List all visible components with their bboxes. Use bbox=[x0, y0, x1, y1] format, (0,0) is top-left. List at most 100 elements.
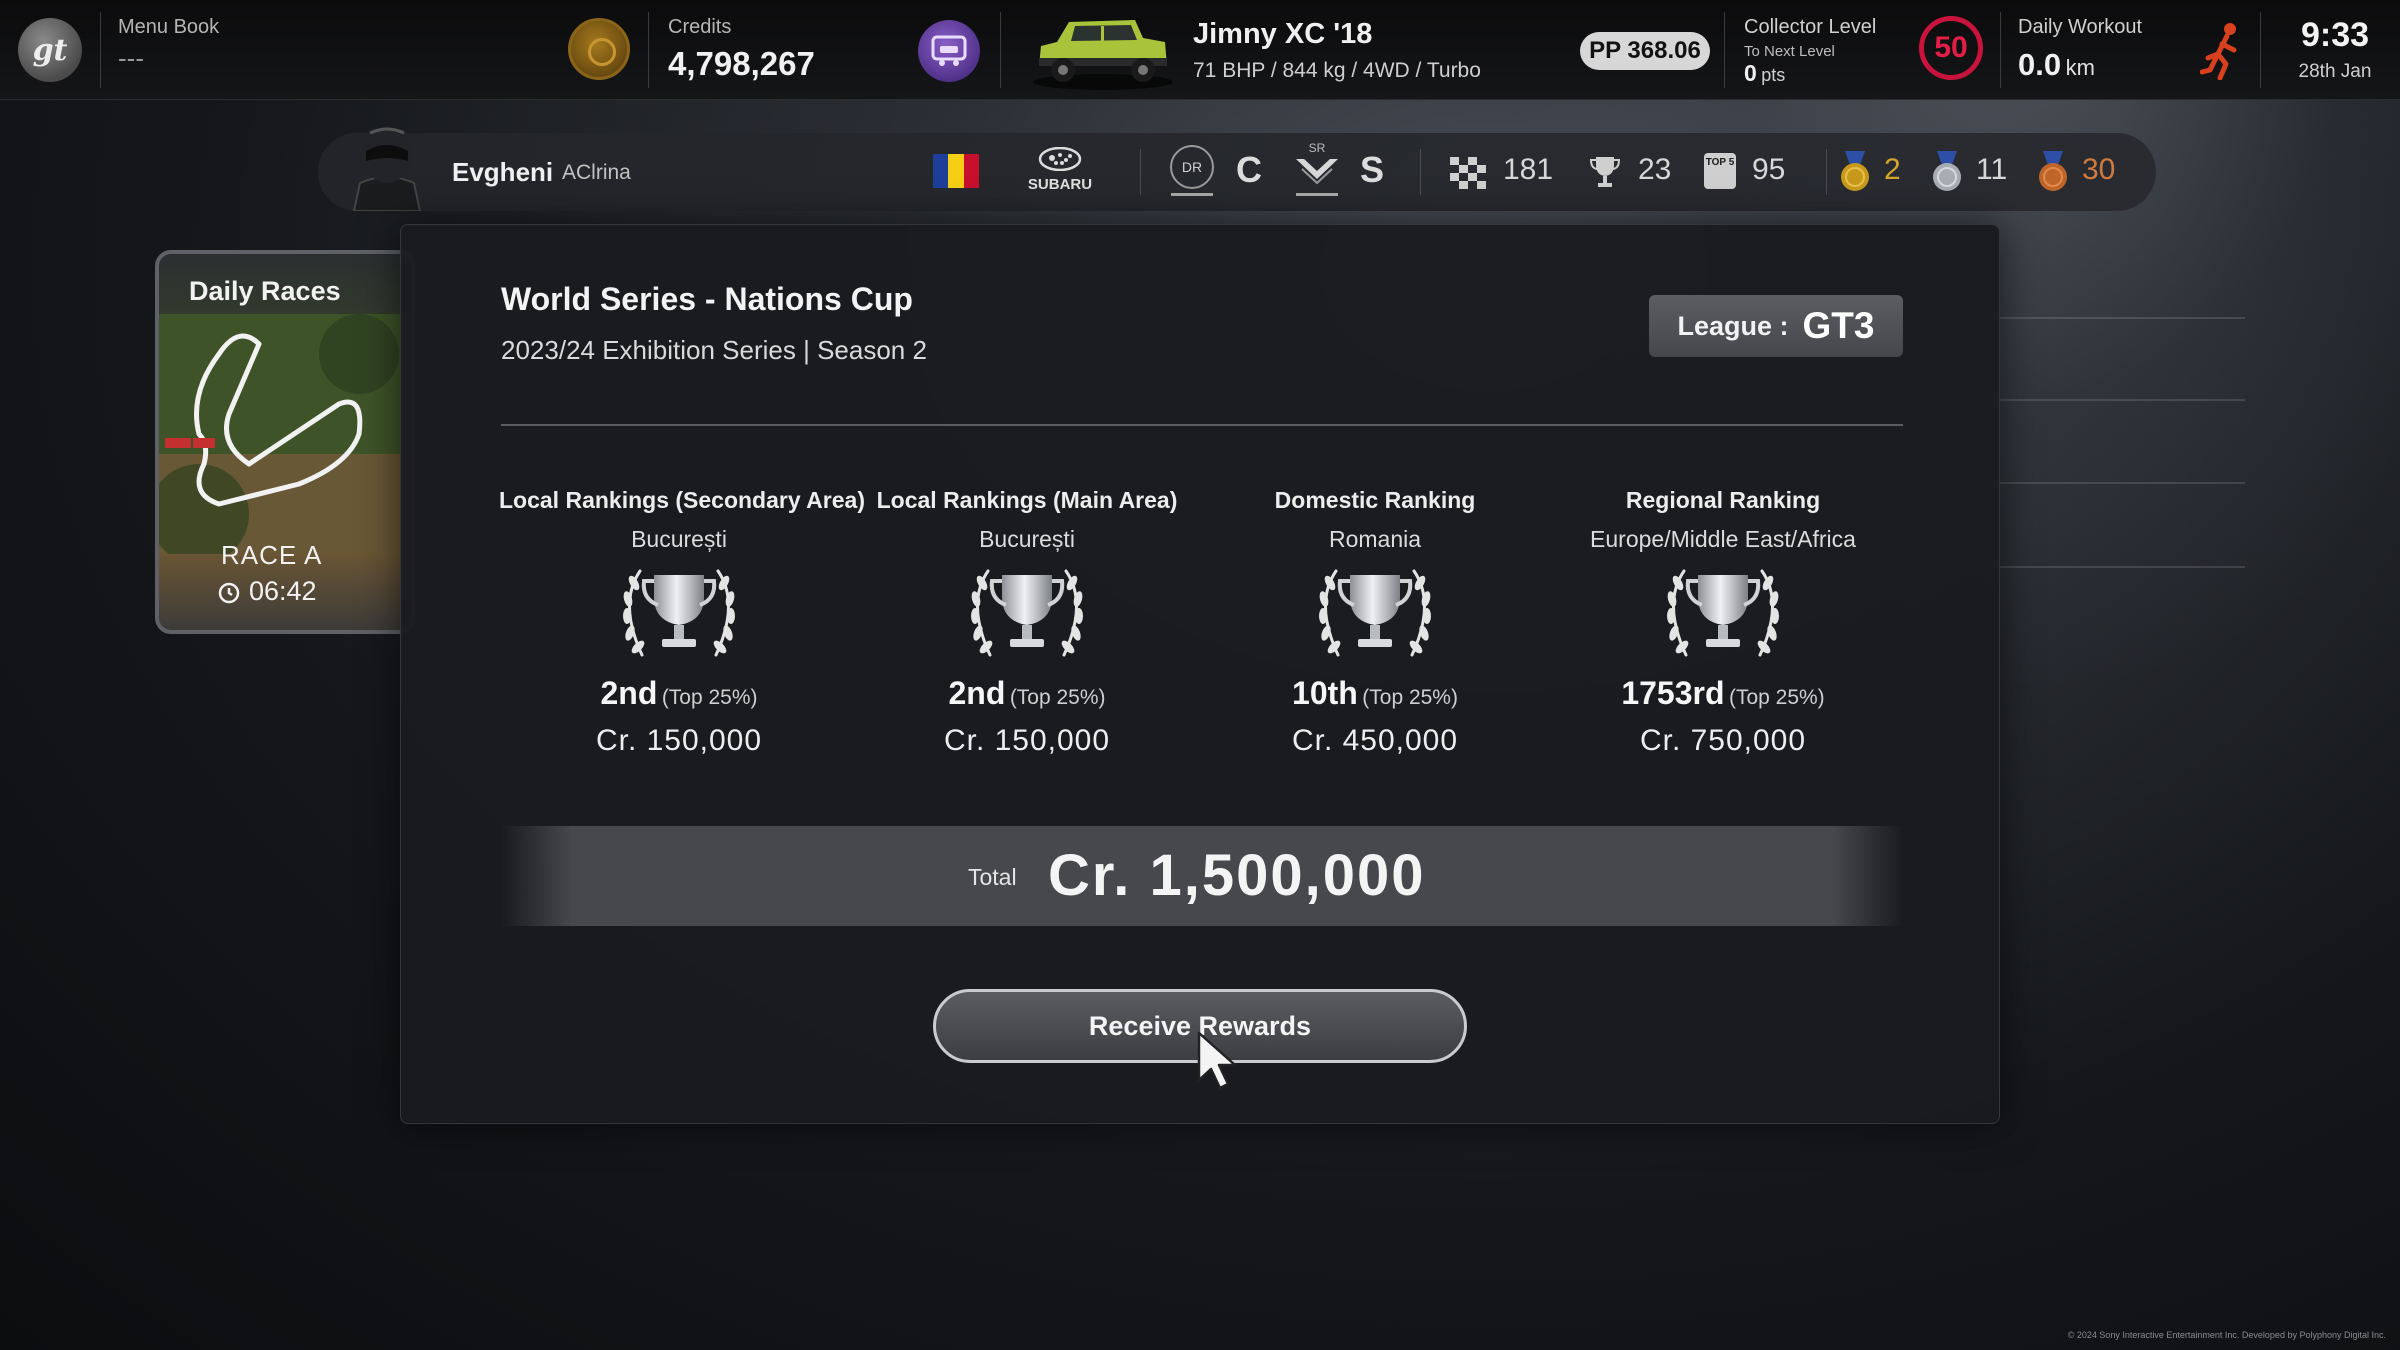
event-title: World Series - Nations Cup bbox=[501, 281, 913, 317]
sportsmanship-rating-icon: SR bbox=[1293, 141, 1341, 190]
ranking-percent: (Top 25%) bbox=[661, 686, 758, 709]
ranking-percent: (Top 25%) bbox=[1362, 686, 1458, 709]
league-label: League : bbox=[1677, 310, 1789, 341]
ranking-reward: Cr. 150,000 bbox=[943, 724, 1111, 757]
driver-avatar[interactable] bbox=[348, 121, 426, 211]
silver-trophy-icon bbox=[1316, 569, 1434, 658]
daily-races-card[interactable]: Daily Races RACE A 06:42 bbox=[155, 250, 415, 634]
silver-trophy-icon bbox=[1664, 569, 1782, 658]
background-divider bbox=[1990, 566, 2245, 568]
bronze-medals-count: 30 bbox=[2082, 153, 2116, 186]
total-reward-bar: Total Cr. 1,500,000 bbox=[501, 826, 1903, 926]
top-status-bar: gt Menu Book --- Credits 4,798,267 Jimny… bbox=[0, 0, 2400, 100]
sportsmanship-label: SR bbox=[1308, 141, 1326, 155]
daily-workout-unit: km bbox=[2065, 55, 2095, 80]
collector-level-widget[interactable]: Collector Level To Next Level 0 pts bbox=[1744, 16, 1876, 87]
league-badge: League : GT3 bbox=[1649, 295, 1903, 357]
mouse-cursor-icon bbox=[1197, 1031, 1237, 1090]
total-label: Total bbox=[968, 864, 1017, 890]
daily-workout-label: Daily Workout bbox=[2018, 16, 2143, 38]
driver-id: AClrina bbox=[562, 161, 631, 184]
credits-coin-icon bbox=[568, 18, 630, 80]
timer-icon bbox=[218, 582, 240, 603]
ranking-area: Europe/Middle East/Africa bbox=[1590, 526, 1856, 552]
manufacturer-badge: SUBARU bbox=[1020, 146, 1100, 193]
manufacturer-name: SUBARU bbox=[1027, 176, 1093, 193]
daily-workout-widget[interactable]: Daily Workout 0.0 km bbox=[2018, 16, 2142, 83]
driver-name: Evgheni bbox=[452, 157, 554, 187]
races-count: 181 bbox=[1503, 153, 1554, 186]
car-specs: 71 BHP / 844 kg / 4WD / Turbo bbox=[1193, 59, 1481, 82]
ranking-area: Romania bbox=[1328, 526, 1422, 552]
event-subtitle: 2023/24 Exhibition Series | Season 2 bbox=[501, 335, 927, 365]
gold-medals-count: 2 bbox=[1884, 153, 1901, 186]
collector-points-value: 0 bbox=[1744, 60, 1757, 86]
collector-next-label: To Next Level bbox=[1744, 43, 1835, 60]
checkered-flag-icon bbox=[1450, 157, 1486, 189]
ranking-percent: (Top 25%) bbox=[1009, 686, 1106, 709]
league-value: GT3 bbox=[1802, 305, 1875, 346]
ranking-area: București bbox=[979, 526, 1075, 552]
daily-races-title: Daily Races bbox=[189, 276, 341, 306]
sportsmanship-rating-value: S bbox=[1360, 149, 1385, 190]
silver-trophy-icon bbox=[620, 569, 738, 658]
ranking-position: 2nd bbox=[948, 675, 1006, 711]
divider bbox=[501, 424, 1903, 426]
clock-date: 28th Jan bbox=[2298, 61, 2372, 82]
garage-icon[interactable] bbox=[918, 20, 980, 82]
copyright-text: © 2024 Sony Interactive Entertainment In… bbox=[2067, 1330, 2386, 1340]
ranking-column: Local Rankings (Secondary Area) Bucureșt… bbox=[499, 487, 865, 758]
race-label: RACE A bbox=[221, 540, 323, 570]
track-map-image bbox=[159, 314, 411, 554]
subaru-logo-icon bbox=[1038, 146, 1082, 172]
gt-logo-button[interactable]: gt bbox=[18, 18, 82, 82]
performance-points-badge: PP 368.06 bbox=[1580, 32, 1710, 70]
collector-level-ring: 50 bbox=[1919, 16, 1983, 80]
background-divider bbox=[1990, 317, 2245, 319]
car-info[interactable]: Jimny XC '18 71 BHP / 844 kg / 4WD / Tur… bbox=[1193, 18, 1481, 83]
ranking-position: 2nd bbox=[600, 675, 658, 711]
ranking-title: Domestic Ranking bbox=[1274, 487, 1476, 513]
ranking-reward: Cr. 150,000 bbox=[595, 724, 763, 757]
credits-value: 4,798,267 bbox=[668, 45, 815, 82]
menu-book-label: Menu Book bbox=[118, 16, 220, 38]
menu-book-widget[interactable]: Menu Book --- bbox=[118, 16, 219, 74]
ranking-title: Local Rankings (Secondary Area) bbox=[499, 487, 865, 513]
runner-icon bbox=[2200, 23, 2237, 80]
total-value: Cr. 1,500,000 bbox=[1048, 843, 1426, 908]
ranking-column: Local Rankings (Main Area) București 2nd… bbox=[847, 487, 1207, 758]
collector-points-unit: pts bbox=[1761, 65, 1786, 85]
race-timer-value: 06:42 bbox=[249, 576, 317, 606]
driver-rating-icon: DR bbox=[1170, 145, 1214, 189]
menu-book-value: --- bbox=[118, 43, 144, 73]
ranking-area: București bbox=[631, 526, 727, 552]
ranking-reward: Cr. 750,000 bbox=[1639, 724, 1807, 757]
profile-bar[interactable]: Evgheni AClrina SUBARU DR C SR S 181 23 bbox=[318, 127, 2156, 211]
silver-trophy-icon bbox=[968, 569, 1086, 658]
clock-time: 9:33 bbox=[2300, 16, 2370, 54]
ranking-title: Regional Ranking bbox=[1625, 487, 1821, 513]
daily-workout-value: 0.0 bbox=[2018, 47, 2062, 82]
top5-count: 95 bbox=[1752, 153, 1786, 186]
rewards-panel: World Series - Nations Cup 2023/24 Exhib… bbox=[400, 224, 2000, 1124]
top5-label: TOP 5 bbox=[1705, 157, 1735, 168]
car-thumbnail[interactable] bbox=[1025, 8, 1180, 92]
credits-label: Credits bbox=[668, 16, 732, 38]
ranking-title: Local Rankings (Main Area) bbox=[876, 487, 1178, 513]
ranking-position: 1753rd bbox=[1621, 675, 1725, 711]
clock: 9:33 28th Jan bbox=[2280, 16, 2390, 83]
car-name: Jimny XC '18 bbox=[1193, 18, 1373, 50]
wins-count: 23 bbox=[1638, 153, 1672, 186]
driver-rating-value: C bbox=[1236, 149, 1262, 190]
romania-flag-icon bbox=[933, 154, 979, 188]
background-divider bbox=[1990, 399, 2245, 401]
credits-widget[interactable]: Credits 4,798,267 bbox=[668, 16, 815, 83]
bronze-medal-icon bbox=[2039, 151, 2067, 191]
ranking-reward: Cr. 450,000 bbox=[1291, 724, 1459, 757]
trophy-icon bbox=[1590, 157, 1620, 187]
collector-level-label: Collector Level bbox=[1744, 16, 1877, 38]
ranking-position: 10th bbox=[1292, 675, 1358, 711]
ranking-column: Domestic Ranking Romania 10th (Top 25%) … bbox=[1195, 487, 1555, 758]
ranking-percent: (Top 25%) bbox=[1728, 686, 1825, 709]
race-timer: 06:42 bbox=[217, 576, 317, 607]
